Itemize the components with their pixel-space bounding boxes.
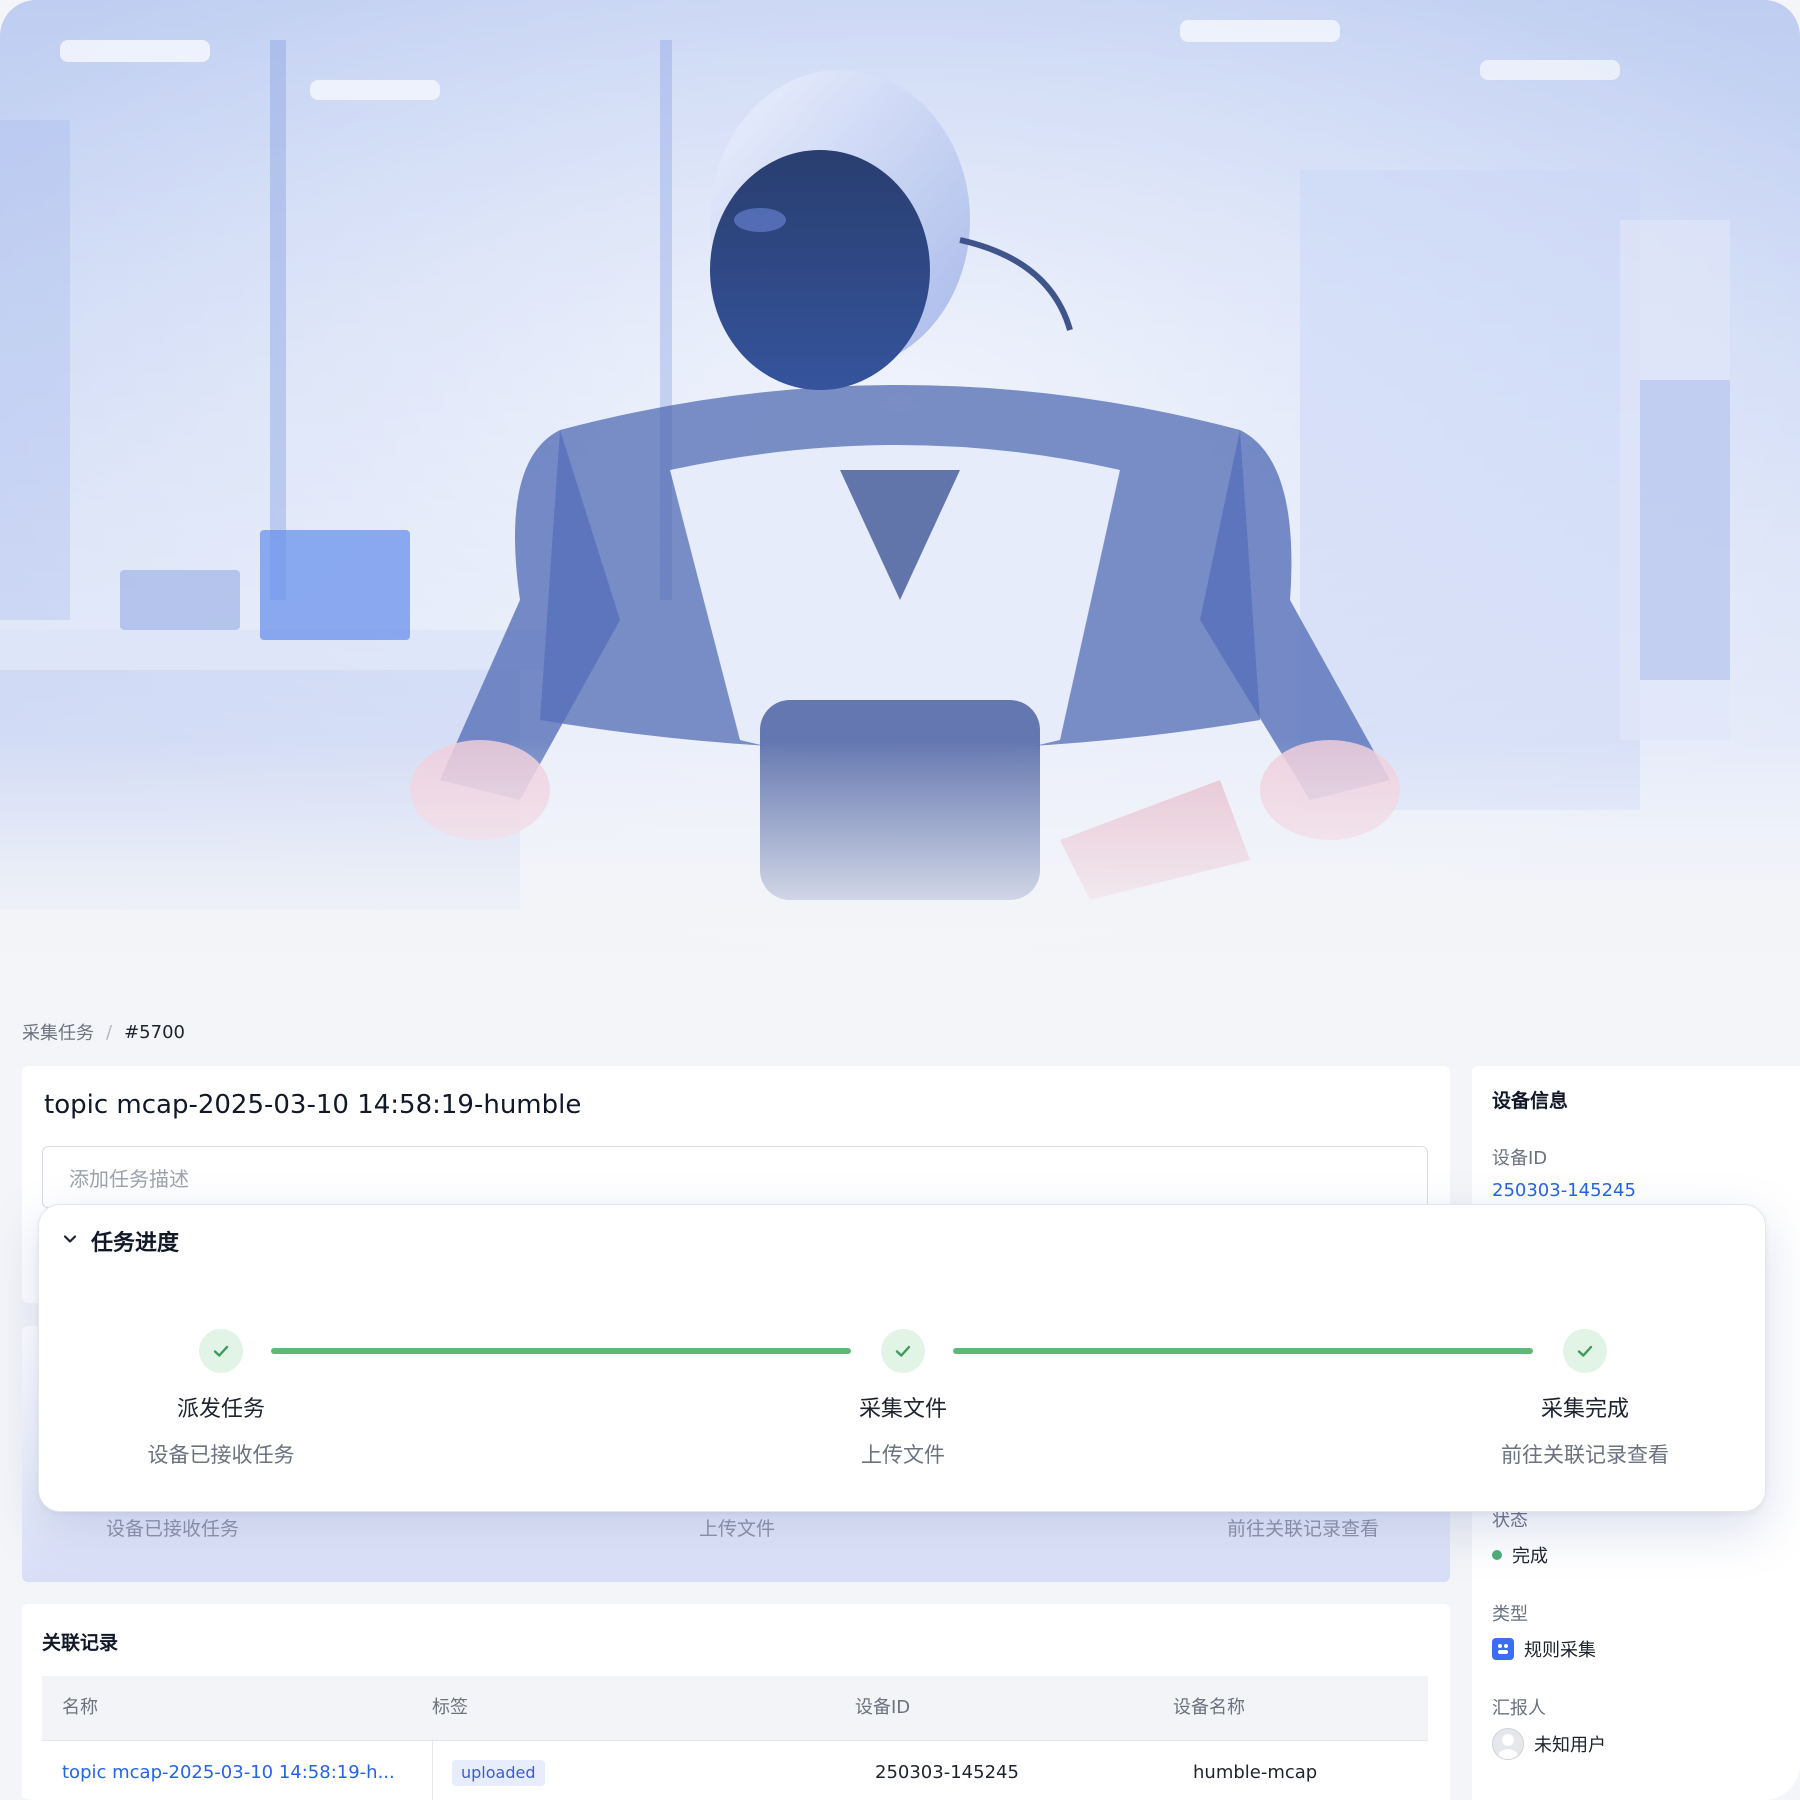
device-id-label: 设备ID	[1492, 1148, 1548, 1169]
hero-fade	[0, 740, 1800, 1000]
device-info-heading: 设备信息	[1492, 1090, 1569, 1112]
chevron-down-icon[interactable]	[61, 1230, 79, 1252]
reporter-label: 汇报人	[1492, 1698, 1546, 1719]
step-check-icon	[1563, 1329, 1607, 1373]
record-tag-badge: uploaded	[452, 1760, 545, 1786]
type-value: 规则采集	[1492, 1636, 1596, 1662]
rule-collect-icon	[1492, 1638, 1514, 1660]
task-description-placeholder: 添加任务描述	[69, 1166, 189, 1191]
underlay-step-2-subtitle: 上传文件	[699, 1518, 776, 1540]
task-description-input[interactable]: 添加任务描述	[42, 1146, 1428, 1208]
progress-step-dispatch: 派发任务 设备已接收任务	[71, 1329, 371, 1469]
related-records-card: 关联记录 名称 标签 设备ID 设备名称 topic mcap-2025-03-…	[22, 1604, 1450, 1800]
underlay-step-3-subtitle: 前往关联记录查看	[1227, 1518, 1380, 1540]
type-text: 规则采集	[1524, 1640, 1596, 1661]
task-progress-header[interactable]: 任务进度	[61, 1225, 179, 1257]
status-value: 完成	[1492, 1542, 1548, 1568]
column-divider	[432, 1741, 433, 1800]
underlay-step-1-subtitle: 设备已接收任务	[106, 1518, 240, 1540]
user-avatar-icon	[1492, 1728, 1524, 1760]
hero-banner	[0, 0, 1800, 1000]
breadcrumb-current: #5700	[124, 1021, 185, 1043]
step-check-icon	[881, 1329, 925, 1373]
records-table-header: 名称 标签 设备ID 设备名称	[42, 1676, 1428, 1741]
column-header-device-name[interactable]: 设备名称	[1173, 1676, 1245, 1740]
column-header-tag[interactable]: 标签	[432, 1676, 468, 1740]
progress-step-complete: 采集完成 前往关联记录查看	[1435, 1329, 1735, 1469]
status-dot-icon	[1492, 1550, 1502, 1560]
reporter-text: 未知用户	[1534, 1735, 1606, 1756]
breadcrumb: 采集任务 / #5700	[22, 1019, 185, 1045]
breadcrumb-parent-link[interactable]: 采集任务	[22, 1019, 94, 1045]
breadcrumb-separator: /	[106, 1021, 113, 1043]
step-subtitle-link[interactable]: 前往关联记录查看	[1435, 1439, 1735, 1469]
record-tag-cell: uploaded	[452, 1741, 545, 1800]
step-title: 采集文件	[858, 1397, 947, 1422]
device-id-link[interactable]: 250303-145245	[1492, 1180, 1636, 1201]
step-title: 采集完成	[1540, 1397, 1629, 1422]
record-name-link[interactable]: topic mcap-2025-03-10 14:58:19-h...	[62, 1741, 395, 1800]
task-title[interactable]: topic mcap-2025-03-10 14:58:19-humble	[44, 1090, 581, 1120]
status-text: 完成	[1512, 1546, 1548, 1567]
step-subtitle: 设备已接收任务	[147, 1443, 295, 1467]
column-header-name[interactable]: 名称	[62, 1676, 98, 1740]
reporter-value: 未知用户	[1492, 1728, 1606, 1760]
record-device-id: 250303-145245	[875, 1762, 1019, 1783]
table-row[interactable]: topic mcap-2025-03-10 14:58:19-h... uplo…	[42, 1741, 1428, 1800]
record-device-name: humble-mcap	[1193, 1762, 1318, 1783]
progress-step-collect-files: 采集文件 上传文件	[753, 1329, 1053, 1469]
task-progress-card: 任务进度 派发任务 设备已接收任务 采集文件 上传文件 采集完成 前往关联记录查…	[38, 1204, 1766, 1512]
related-records-title: 关联记录	[42, 1632, 119, 1654]
app-frame: 采集任务 / #5700 topic mcap-2025-03-10 14:58…	[0, 0, 1800, 1800]
column-header-device-id[interactable]: 设备ID	[855, 1676, 910, 1740]
task-progress-title: 任务进度	[91, 1231, 180, 1256]
type-label: 类型	[1492, 1604, 1528, 1625]
step-subtitle: 上传文件	[861, 1443, 945, 1467]
step-title: 派发任务	[176, 1397, 265, 1422]
step-check-icon	[199, 1329, 243, 1373]
